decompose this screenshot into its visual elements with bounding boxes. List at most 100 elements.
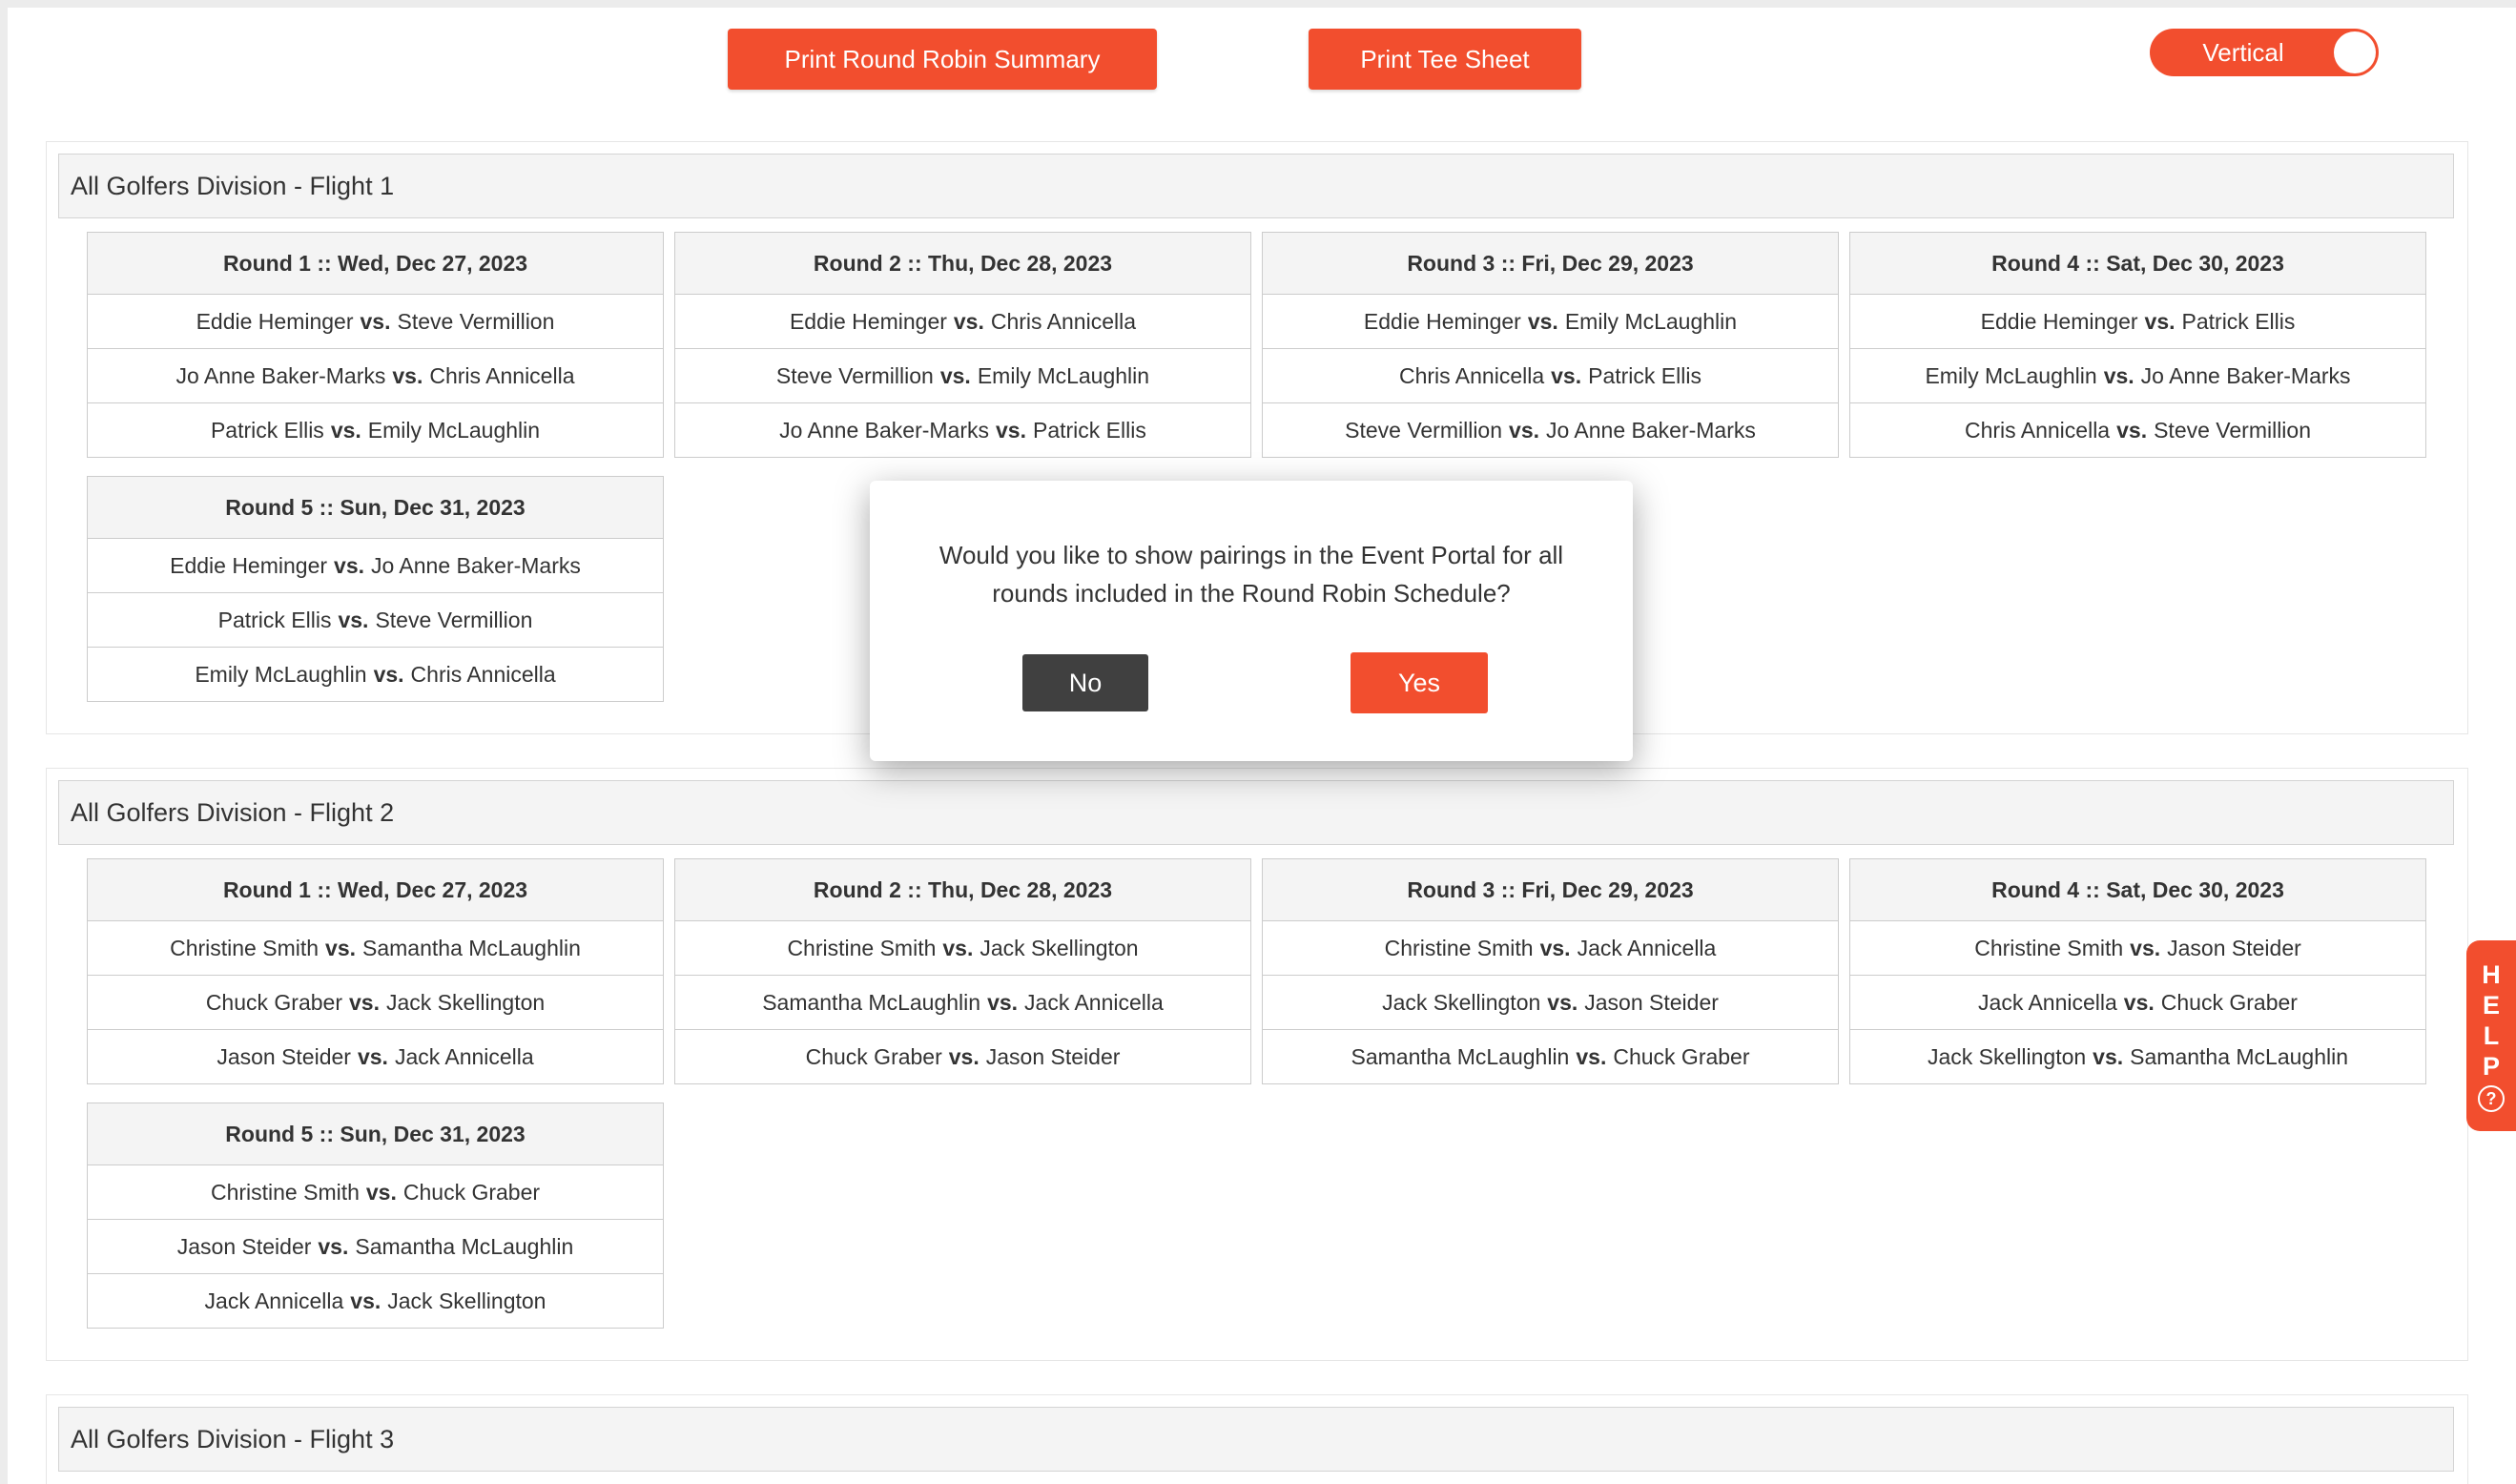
round-card: Round 5 :: Sun, Dec 31, 2023 Christine S… [87, 1103, 664, 1329]
player-name: Samantha McLaughlin [2130, 1043, 2349, 1069]
round-card: Round 3 :: Fri, Dec 29, 2023 Christine S… [1262, 858, 1839, 1084]
match-row: Jack Annicella vs. Jack Skellington [88, 1274, 663, 1328]
player-name: Patrick Ellis [2181, 308, 2296, 334]
flight-header: All Golfers Division - Flight 3 [58, 1407, 2454, 1472]
match-row: Chris Annicella vs. Patrick Ellis [1263, 349, 1838, 403]
player-name: Eddie Heminger [170, 552, 328, 578]
player-name: Samantha McLaughlin [1351, 1043, 1570, 1069]
player-name: Eddie Heminger [1363, 308, 1521, 334]
print-round-robin-summary-button[interactable]: Print Round Robin Summary [728, 29, 1157, 90]
player-name: Samantha McLaughlin [762, 989, 981, 1015]
flight-section: All Golfers Division - Flight 3 [46, 1394, 2468, 1484]
match-row: Steve Vermillion vs. Jo Anne Baker-Marks [1263, 403, 1838, 457]
player-name: Jason Steider [2167, 935, 2301, 960]
vs-label: vs. [2103, 362, 2134, 388]
player-name: Jo Anne Baker-Marks [175, 362, 386, 388]
vs-label: vs. [996, 417, 1026, 443]
round-card: Round 5 :: Sun, Dec 31, 2023 Eddie Hemin… [87, 476, 664, 702]
no-button[interactable]: No [1022, 654, 1148, 711]
round-card: Round 3 :: Fri, Dec 29, 2023 Eddie Hemin… [1262, 232, 1839, 458]
player-name: Christine Smith [1384, 935, 1534, 960]
yes-button[interactable]: Yes [1351, 652, 1488, 713]
vs-label: vs. [348, 989, 380, 1015]
match-row: Jason Steider vs. Jack Annicella [88, 1030, 663, 1083]
player-name: Eddie Heminger [1980, 308, 2138, 334]
player-name: Samantha McLaughlin [362, 935, 581, 960]
player-name: Jason Steider [217, 1043, 351, 1069]
vs-label: vs. [2123, 989, 2155, 1015]
match-row: Eddie Heminger vs. Chris Annicella [675, 295, 1250, 349]
player-name: Patrick Ellis [210, 417, 324, 443]
match-row: Eddie Heminger vs. Steve Vermillion [88, 295, 663, 349]
flight-header: All Golfers Division - Flight 1 [58, 154, 2454, 218]
help-letter: L [2483, 1021, 2500, 1050]
match-row: Jo Anne Baker-Marks vs. Patrick Ellis [675, 403, 1250, 457]
vs-label: vs. [334, 552, 365, 578]
round-title: Round 1 :: Wed, Dec 27, 2023 [88, 859, 663, 921]
player-name: Christine Smith [170, 935, 320, 960]
round-title: Round 2 :: Thu, Dec 28, 2023 [675, 233, 1250, 295]
player-name: Jack Skellington [980, 935, 1139, 960]
player-name: Chris Annicella [410, 661, 556, 687]
vs-label: vs. [360, 308, 391, 334]
player-name: Patrick Ellis [1033, 417, 1146, 443]
player-name: Emily McLaughlin [367, 417, 541, 443]
confirm-dialog: Would you like to show pairings in the E… [870, 481, 1633, 761]
match-row: Samantha McLaughlin vs. Chuck Graber [1263, 1030, 1838, 1083]
match-row: Eddie Heminger vs. Patrick Ellis [1850, 295, 2425, 349]
vs-label: vs. [357, 1043, 388, 1069]
player-name: Christine Smith [787, 935, 937, 960]
help-tab[interactable]: H E L P ? [2466, 940, 2516, 1131]
vs-label: vs. [939, 362, 971, 388]
vs-label: vs. [1509, 417, 1540, 443]
round-title: Round 2 :: Thu, Dec 28, 2023 [675, 859, 1250, 921]
round-card: Round 2 :: Thu, Dec 28, 2023 Christine S… [674, 858, 1251, 1084]
dialog-message: Would you like to show pairings in the E… [938, 541, 1564, 608]
player-name: Jo Anne Baker-Marks [779, 417, 990, 443]
vs-label: vs. [325, 935, 357, 960]
player-name: Jack Annicella [394, 1043, 534, 1069]
player-name: Steve Vermillion [775, 362, 934, 388]
player-name: Jack Annicella [1024, 989, 1164, 1015]
vs-label: vs. [987, 989, 1019, 1015]
toggle-label: Vertical [2202, 37, 2284, 67]
match-row: Eddie Heminger vs. Jo Anne Baker-Marks [88, 539, 663, 593]
match-row: Eddie Heminger vs. Emily McLaughlin [1263, 295, 1838, 349]
player-name: Jason Steider [985, 1043, 1121, 1069]
vs-label: vs. [350, 1288, 382, 1313]
match-row: Christine Smith vs. Chuck Graber [88, 1165, 663, 1220]
player-name: Chuck Graber [205, 989, 342, 1015]
player-name: Steve Vermillion [397, 308, 555, 334]
round-card: Round 4 :: Sat, Dec 30, 2023 Eddie Hemin… [1849, 232, 2426, 458]
player-name: Jo Anne Baker-Marks [371, 552, 581, 578]
vs-label: vs. [2093, 1043, 2124, 1069]
player-name: Jack Skellington [1382, 989, 1541, 1015]
match-row: Jack Annicella vs. Chuck Graber [1850, 976, 2425, 1030]
match-row: Jack Skellington vs. Samantha McLaughlin [1850, 1030, 2425, 1083]
vs-label: vs. [365, 1179, 397, 1205]
player-name: Jason Steider [176, 1233, 312, 1259]
match-row: Chris Annicella vs. Steve Vermillion [1850, 403, 2425, 457]
match-row: Jack Skellington vs. Jason Steider [1263, 976, 1838, 1030]
player-name: Jack Skellington [1927, 1043, 2087, 1069]
player-name: Chris Annicella [1399, 362, 1545, 388]
round-title: Round 4 :: Sat, Dec 30, 2023 [1850, 233, 2425, 295]
vs-label: vs. [392, 362, 423, 388]
vs-label: vs. [1576, 1043, 1607, 1069]
player-name: Emily McLaughlin [195, 661, 367, 687]
vs-label: vs. [338, 607, 369, 632]
print-tee-sheet-button[interactable]: Print Tee Sheet [1309, 29, 1581, 90]
player-name: Jason Steider [1584, 989, 1719, 1015]
round-title: Round 3 :: Fri, Dec 29, 2023 [1263, 233, 1838, 295]
player-name: Chris Annicella [1964, 417, 2111, 443]
player-name: Christine Smith [210, 1179, 360, 1205]
flight-header: All Golfers Division - Flight 2 [58, 780, 2454, 845]
vs-label: vs. [942, 935, 974, 960]
help-letter: P [2482, 1052, 2500, 1081]
help-letter: H [2482, 960, 2501, 989]
vertical-toggle[interactable]: Vertical [2150, 29, 2379, 76]
match-row: Emily McLaughlin vs. Chris Annicella [88, 648, 663, 701]
round-title: Round 4 :: Sat, Dec 30, 2023 [1850, 859, 2425, 921]
player-name: Emily McLaughlin [977, 362, 1150, 388]
player-name: Chris Annicella [429, 362, 575, 388]
